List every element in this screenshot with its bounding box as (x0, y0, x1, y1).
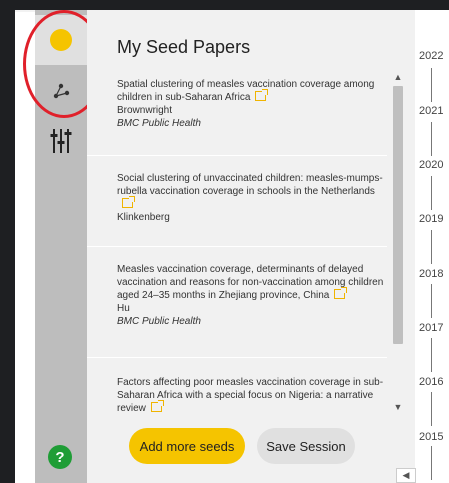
paper-author: Brownwright (117, 105, 173, 116)
external-link-icon[interactable] (122, 196, 135, 208)
timeline-segment (431, 284, 432, 318)
timeline-segment (431, 338, 432, 372)
paper-title: Spatial clustering of measles vaccinatio… (117, 79, 375, 103)
timeline-segment (431, 68, 432, 102)
save-session-button[interactable]: Save Session (257, 428, 355, 464)
timeline-year[interactable]: 2017 (419, 322, 449, 334)
timeline-year[interactable]: 2020 (419, 159, 449, 171)
page-title: My Seed Papers (117, 37, 251, 57)
scroll-down-icon[interactable]: ▼ (390, 400, 406, 414)
timeline-segment (431, 446, 432, 480)
paper-journal: BMC Public Health (117, 316, 201, 327)
circle-logo-icon (50, 29, 72, 51)
timeline-year[interactable]: 2015 (419, 431, 449, 443)
sidebar-rail: ? (35, 10, 87, 483)
external-link-icon[interactable] (255, 89, 269, 101)
scroll-up-icon[interactable]: ▲ (390, 70, 406, 84)
sliders-icon (50, 129, 72, 153)
timeline-segment (431, 176, 432, 210)
paper-card[interactable]: Spatial clustering of measles vaccinatio… (87, 70, 387, 154)
external-link-icon[interactable] (334, 287, 348, 299)
sidebar-item-seed-papers[interactable] (35, 15, 87, 65)
sidebar-item-network[interactable] (35, 66, 87, 116)
paper-title: Social clustering of unvaccinated childr… (117, 173, 383, 197)
paper-card[interactable]: Factors affecting poor measles vaccinati… (87, 357, 387, 414)
timeline-segment (431, 230, 432, 264)
timeline-year[interactable]: 2022 (419, 50, 449, 62)
paper-author: Klinkenberg (117, 212, 170, 223)
scroll-left-icon[interactable]: ◀ (396, 468, 416, 483)
add-more-seeds-button[interactable]: Add more seeds (129, 428, 245, 464)
paper-card[interactable]: Measles vaccination coverage, determinan… (87, 246, 387, 356)
paper-card[interactable]: Social clustering of unvaccinated childr… (87, 155, 387, 245)
paper-list: Spatial clustering of measles vaccinatio… (87, 70, 387, 414)
network-graph-icon (53, 83, 70, 99)
paper-journal: BMC Public Health (117, 118, 201, 129)
timeline-segment (431, 122, 432, 156)
help-icon: ? (55, 448, 65, 466)
timeline-year[interactable]: 2019 (419, 213, 449, 225)
year-timeline: 2022 2021 2020 2019 2018 2017 2016 2015 (415, 10, 449, 483)
timeline-year[interactable]: 2018 (419, 268, 449, 280)
app-window: ? My Seed Papers Spatial clustering of m… (15, 10, 449, 483)
timeline-segment (431, 392, 432, 426)
external-link-icon[interactable] (150, 400, 164, 412)
timeline-year[interactable]: 2016 (419, 376, 449, 388)
timeline-year[interactable]: 2021 (419, 105, 449, 117)
paper-list-scrollbar[interactable]: ▲ ▼ (390, 70, 406, 414)
sidebar-item-settings[interactable] (35, 116, 87, 166)
scroll-thumb[interactable] (393, 86, 403, 344)
seed-papers-panel: My Seed Papers Spatial clustering of mea… (87, 10, 415, 483)
help-button[interactable]: ? (48, 445, 72, 469)
action-buttons: Add more seeds Save Session (87, 428, 415, 468)
paper-author: Hu (117, 303, 130, 314)
